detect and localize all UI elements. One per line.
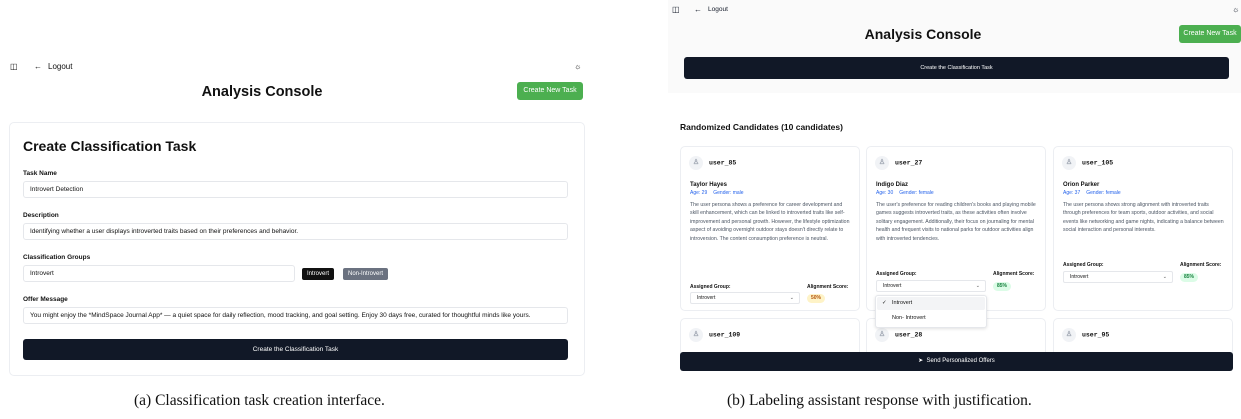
- user-icon: ♙: [1062, 328, 1076, 342]
- candidate-user: ♙ user_109: [689, 328, 740, 342]
- candidate-name: Orion Parker: [1063, 182, 1100, 188]
- assigned-group-label: Assigned Group:: [876, 271, 917, 277]
- assigned-group-select[interactable]: Introvert ⌄: [1063, 271, 1173, 283]
- candidate-card: ♙ user_105 Orion Parker Age: 37 Gender: fe…: [1053, 146, 1233, 311]
- candidate-user: ♙ user_95: [1062, 328, 1109, 342]
- candidate-justification: The user persona shows strong alignment …: [1063, 202, 1224, 234]
- sidebar-toggle-icon[interactable]: ◫: [10, 60, 18, 74]
- group-chip-non-introvert[interactable]: Non-Introvert: [343, 268, 389, 280]
- candidate-card: ♙ user_27 Indigo Diaz Age: 30 Gender: fema…: [866, 146, 1046, 311]
- section-title: Randomized Candidates (10 candidates): [680, 122, 843, 132]
- user-icon: ♙: [875, 328, 889, 342]
- candidate-meta: Age: 29 Gender: male: [690, 190, 744, 196]
- theme-toggle-icon[interactable]: ☼: [1232, 5, 1239, 14]
- left-screenshot: ◫ ← Logout ☼ Analysis Console Create New…: [0, 52, 594, 382]
- description-input[interactable]: Identifying whether a user displays intr…: [23, 223, 568, 240]
- create-task-submit-button[interactable]: Create the Classification Task: [23, 339, 568, 360]
- assigned-group-label: Assigned Group:: [690, 284, 731, 290]
- alignment-score-label: Alignment Score:: [1180, 262, 1222, 268]
- chevron-down-icon: ⌄: [789, 295, 794, 301]
- user-icon: ♙: [875, 156, 889, 170]
- create-task-card: Create Classification Task Task Name Int…: [9, 122, 585, 376]
- candidate-user: ♙ user_28: [875, 328, 922, 342]
- check-icon: ✓: [882, 300, 887, 306]
- card-title: Create Classification Task: [23, 138, 197, 154]
- user-icon: ♙: [689, 328, 703, 342]
- logout-link[interactable]: Logout: [708, 6, 728, 13]
- create-new-task-button[interactable]: Create New Task: [1179, 25, 1241, 43]
- offer-label: Offer Message: [23, 296, 68, 303]
- alignment-score-badge: 85%: [993, 282, 1012, 291]
- candidate-card: ♙ user_85 Taylor Hayes Age: 29 Gender: mal…: [680, 146, 860, 311]
- dropdown-option-non-introvert[interactable]: Non- Introvert: [892, 315, 926, 321]
- caption-b: (b) Labeling assistant response with jus…: [727, 392, 1032, 409]
- candidate-name: Taylor Hayes: [690, 182, 727, 188]
- assigned-group-select[interactable]: Introvert ⌄: [690, 292, 800, 304]
- candidate-meta: Age: 37 Gender: female: [1063, 190, 1121, 196]
- alignment-score-badge: 85%: [1180, 273, 1199, 282]
- candidate-user: ♙ user_85: [689, 156, 736, 170]
- candidate-justification: The user persona shows a preference for …: [690, 202, 850, 242]
- back-arrow-icon[interactable]: ←: [34, 60, 42, 74]
- page-title: Analysis Console: [201, 84, 323, 100]
- logout-link[interactable]: Logout: [48, 60, 72, 74]
- back-arrow-icon[interactable]: ←: [694, 5, 702, 14]
- candidate-user: ♙ user_27: [875, 156, 922, 170]
- create-task-button[interactable]: Create the Classification Task: [684, 57, 1229, 79]
- send-offers-button[interactable]: ➤ Send Personalized Offers: [680, 352, 1233, 371]
- page-title: Analysis Console: [864, 26, 982, 42]
- groups-label: Classification Groups: [23, 254, 91, 261]
- candidate-justification: The user's preference for reading childr…: [876, 202, 1036, 242]
- dropdown-option-introvert[interactable]: Introvert: [892, 300, 912, 306]
- theme-toggle-icon[interactable]: ☼: [574, 60, 581, 74]
- caption-a: (a) Classification task creation interfa…: [134, 392, 385, 409]
- task-name-input[interactable]: Introvert Detection: [23, 181, 568, 198]
- description-label: Description: [23, 212, 59, 219]
- alignment-score-badge: 50%: [807, 294, 826, 303]
- chevron-down-icon: ⌄: [975, 283, 980, 289]
- alignment-score-label: Alignment Score:: [807, 284, 849, 290]
- figure-root: ◫ ← Logout ☼ Analysis Console Create New…: [0, 0, 1241, 419]
- user-icon: ♙: [1062, 156, 1076, 170]
- offer-input[interactable]: You might enjoy the *MindSpace Journal A…: [23, 307, 568, 324]
- assigned-group-label: Assigned Group:: [1063, 262, 1104, 268]
- create-new-task-button[interactable]: Create New Task: [517, 82, 583, 100]
- right-screenshot: ◫ ← Logout ☼ Analysis Console Create New…: [668, 0, 1241, 376]
- candidate-user: ♙ user_105: [1062, 156, 1113, 170]
- task-name-label: Task Name: [23, 170, 57, 177]
- alignment-score-label: Alignment Score:: [993, 271, 1035, 277]
- candidate-meta: Age: 30 Gender: female: [876, 190, 934, 196]
- left-topbar: ◫ ← Logout ☼: [8, 60, 586, 74]
- sidebar-toggle-icon[interactable]: ◫: [672, 5, 680, 14]
- group-name-input[interactable]: Introvert: [23, 265, 295, 282]
- assigned-group-select[interactable]: Introvert ⌄: [876, 280, 986, 292]
- send-icon: ➤: [918, 358, 924, 364]
- chevron-down-icon: ⌄: [1162, 274, 1167, 280]
- group-chip-introvert[interactable]: Introvert: [302, 268, 335, 280]
- group-dropdown-menu: ✓ Introvert Non- Introvert: [875, 295, 987, 328]
- candidate-name: Indigo Diaz: [876, 182, 908, 188]
- user-icon: ♙: [689, 156, 703, 170]
